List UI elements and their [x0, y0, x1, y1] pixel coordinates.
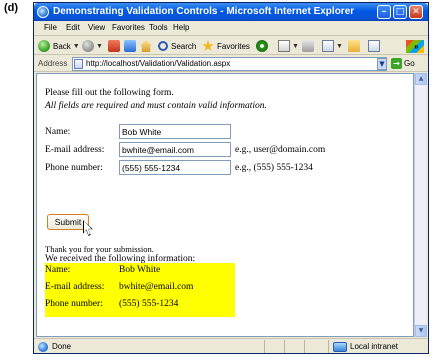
email-label: E-mail address:: [45, 145, 105, 155]
favorites-star-icon: [202, 40, 214, 51]
address-dropdown-icon[interactable]: ▼: [377, 58, 387, 70]
mail-icon: [278, 40, 290, 52]
favorites-button[interactable]: Favorites: [202, 39, 250, 53]
security-zone-text: Local intranet: [350, 342, 399, 351]
status-divider: [284, 340, 285, 353]
address-label: Address: [38, 59, 68, 68]
back-arrow-icon: [38, 40, 50, 52]
email-hint: e.g., user@domain.com: [235, 145, 326, 155]
back-button[interactable]: Back ▼: [38, 39, 80, 53]
phone-hint: e.g., (555) 555-1234: [235, 163, 313, 173]
status-divider: [328, 340, 329, 353]
go-label: Go: [404, 59, 415, 68]
research-button[interactable]: [368, 39, 380, 53]
print-button[interactable]: [302, 39, 314, 53]
menu-file[interactable]: File: [44, 23, 57, 32]
local-intranet-icon: [333, 342, 347, 352]
home-button[interactable]: [140, 39, 152, 53]
toolbar-overflow-button[interactable]: »: [414, 39, 418, 53]
toolbar: Back ▼ ▼ Search Favorites ▼ ▼ »: [34, 37, 428, 55]
mouse-cursor-fill: [84, 221, 92, 235]
home-icon: [140, 40, 152, 52]
result-email-value: bwhite@email.com: [119, 282, 194, 292]
status-page-icon: [38, 342, 48, 352]
figure-label: (d): [4, 2, 19, 14]
status-divider: [304, 340, 305, 353]
edit-document-icon: [322, 40, 334, 52]
go-button[interactable]: → Go: [391, 58, 415, 69]
email-input[interactable]: bwhite@email.com: [119, 142, 231, 157]
browser-window: Demonstrating Validation Controls - Micr…: [33, 2, 429, 354]
menu-bar: File Edit View Favorites Tools Help: [34, 21, 428, 53]
internet-explorer-icon: [37, 6, 49, 18]
scroll-up-icon[interactable]: ▲: [415, 73, 427, 85]
scroll-down-icon[interactable]: ▼: [415, 325, 427, 337]
vertical-scrollbar[interactable]: ▲ ▼: [414, 73, 427, 337]
result-phone-label: Phone number:: [45, 299, 103, 309]
stop-button[interactable]: [108, 39, 120, 53]
result-email-label: E-mail address:: [45, 282, 105, 292]
search-button[interactable]: Search: [158, 39, 196, 53]
phone-input[interactable]: (555) 555-1234: [119, 160, 231, 175]
forward-button[interactable]: ▼: [82, 39, 103, 53]
media-button[interactable]: [256, 39, 268, 53]
mail-dropdown-icon: ▼: [292, 42, 299, 50]
submit-button[interactable]: Submit: [47, 214, 89, 230]
address-bar: Address http://localhost/Validation/Vali…: [34, 56, 428, 72]
favorites-label: Favorites: [217, 41, 250, 51]
name-label: Name:: [45, 127, 71, 137]
research-icon: [368, 40, 380, 52]
forward-dropdown-icon: ▼: [96, 42, 103, 50]
go-arrow-icon: →: [391, 58, 402, 69]
forward-arrow-icon: [82, 40, 94, 52]
stop-icon: [108, 40, 120, 52]
menu-edit[interactable]: Edit: [66, 23, 80, 32]
thank-you-message: Thank you for your submission.: [45, 244, 154, 254]
menu-favorites[interactable]: Favorites: [112, 23, 145, 32]
back-label: Back: [53, 41, 71, 51]
result-name-label: Name:: [45, 265, 71, 275]
title-bar[interactable]: Demonstrating Validation Controls - Micr…: [34, 3, 428, 21]
refresh-button[interactable]: [124, 39, 136, 53]
phone-label: Phone number:: [45, 163, 103, 173]
name-input[interactable]: Bob White: [119, 124, 231, 139]
media-icon: [256, 40, 268, 52]
maximize-button[interactable]: □: [393, 5, 407, 19]
close-button[interactable]: ✕: [409, 5, 423, 19]
search-icon: [158, 41, 168, 51]
edit-page-button[interactable]: ▼: [322, 39, 343, 53]
status-bar: Done Local intranet: [34, 338, 428, 353]
address-input[interactable]: http://localhost/Validation/Validation.a…: [72, 57, 387, 71]
mail-button[interactable]: ▼: [278, 39, 299, 53]
result-name-value: Bob White: [119, 265, 161, 275]
folder-icon: [348, 40, 360, 52]
page-icon: [74, 59, 83, 69]
form-heading: Please fill out the following form.: [45, 88, 174, 98]
menu-tools[interactable]: Tools: [149, 23, 168, 32]
print-icon: [302, 40, 314, 52]
result-phone-value: (555) 555-1234: [119, 299, 179, 309]
menu-view[interactable]: View: [88, 23, 105, 32]
back-dropdown-icon: ▼: [72, 42, 80, 50]
minimize-button[interactable]: –: [377, 5, 391, 19]
refresh-icon: [124, 40, 136, 52]
page-content: Please fill out the following form. All …: [36, 73, 414, 337]
status-divider: [264, 340, 265, 353]
menu-help[interactable]: Help: [173, 23, 189, 32]
status-text: Done: [52, 342, 72, 351]
window-title: Demonstrating Validation Controls - Micr…: [53, 6, 355, 17]
search-label: Search: [171, 41, 197, 51]
edit-dropdown-icon: ▼: [336, 42, 343, 50]
folder-button[interactable]: [348, 39, 360, 53]
form-subheading: All fields are required and must contain…: [45, 101, 267, 111]
